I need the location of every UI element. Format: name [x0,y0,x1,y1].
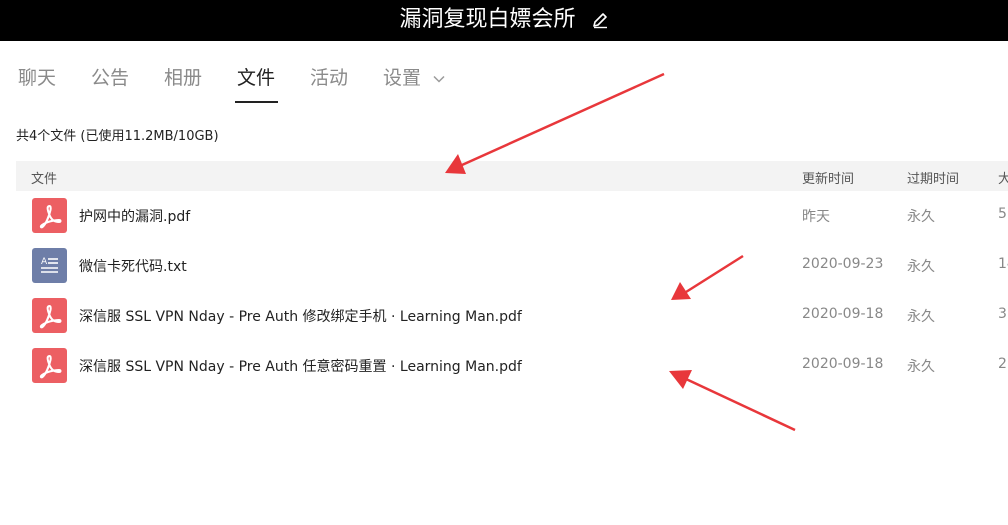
file-table-header: 文件 更新时间 过期时间 大 [16,161,1008,191]
pdf-file-icon [32,348,67,383]
tab-album[interactable]: 相册 [164,62,202,94]
chevron-down-icon [433,75,445,83]
tab-announcements[interactable]: 公告 [91,62,129,94]
file-name[interactable]: 微信卡死代码.txt [79,256,187,276]
tab-activities[interactable]: 活动 [310,62,348,94]
edit-icon[interactable] [591,11,609,29]
file-row[interactable]: A 微信卡死代码.txt 2020-09-23 永久 14 [16,241,1008,291]
column-header-expires[interactable]: 过期时间 [907,168,959,187]
tab-album-label: 相册 [164,67,203,89]
file-expires: 永久 [907,359,935,375]
file-row[interactable]: 深信服 SSL VPN Nday - Pre Auth 修改绑定手机 · Lea… [16,291,1008,341]
tab-files-label: 文件 [237,67,276,89]
file-size: 3. [998,306,1008,322]
tab-files[interactable]: 文件 [234,62,279,103]
column-header-updated[interactable]: 更新时间 [802,168,854,187]
tab-announcements-label: 公告 [91,67,130,89]
file-size: 5. [998,206,1008,222]
file-row[interactable]: 护网中的漏洞.pdf 昨天 永久 5. [16,191,1008,241]
svg-text:A: A [41,257,48,267]
tab-activities-label: 活动 [310,67,349,89]
title-bar: 漏洞复现白嫖会所 [0,0,1008,41]
file-row[interactable]: 深信服 SSL VPN Nday - Pre Auth 任意密码重置 · Lea… [16,341,1008,391]
file-summary: 共4个文件 (已使用11.2MB/10GB) [16,129,219,144]
file-name[interactable]: 深信服 SSL VPN Nday - Pre Auth 修改绑定手机 · Lea… [79,306,522,326]
tab-settings-label: 设置 [383,67,422,89]
file-expires: 永久 [907,209,935,225]
text-file-icon: A [32,248,67,283]
file-updated: 2020-09-18 [802,306,884,322]
group-name: 漏洞复现白嫖会所 [399,7,576,32]
file-size: 2. [998,356,1008,372]
file-updated: 2020-09-18 [802,356,884,372]
tab-chat-label: 聊天 [18,67,57,89]
pdf-file-icon [32,198,67,233]
file-name[interactable]: 深信服 SSL VPN Nday - Pre Auth 任意密码重置 · Lea… [79,356,522,376]
file-expires: 永久 [907,259,935,275]
column-header-file[interactable]: 文件 [31,168,57,187]
pdf-file-icon [32,298,67,333]
annotation-arrow [445,72,665,174]
file-size: 14 [998,256,1008,272]
column-header-size[interactable]: 大 [998,168,1008,187]
tab-chat[interactable]: 聊天 [18,62,56,94]
file-updated: 昨天 [802,209,830,225]
tab-settings[interactable]: 设置 [383,62,445,94]
file-name[interactable]: 护网中的漏洞.pdf [79,206,190,226]
file-updated: 2020-09-23 [802,256,884,272]
window-title: 漏洞复现白嫖会所 [0,5,1008,35]
file-expires: 永久 [907,309,935,325]
